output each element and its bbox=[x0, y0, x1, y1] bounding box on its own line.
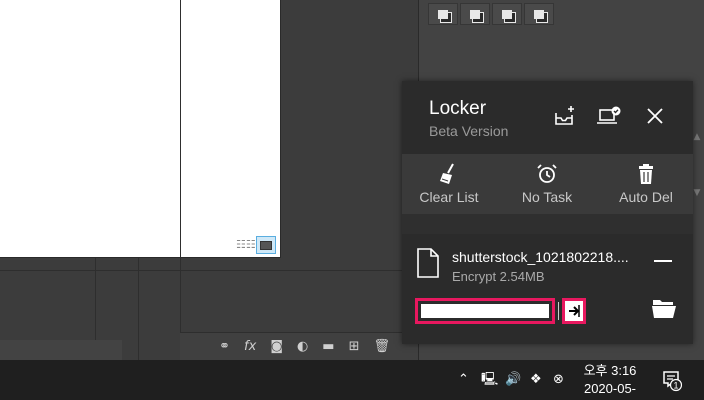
panel-divider bbox=[138, 258, 139, 360]
document-canvas[interactable]: ☷☷ bbox=[0, 0, 281, 258]
laptop-check-icon[interactable] bbox=[596, 103, 622, 129]
open-arrow-button[interactable] bbox=[562, 298, 586, 324]
thumbnail-view-icon[interactable] bbox=[256, 236, 276, 254]
new-layer-icon[interactable]: ⊞ bbox=[349, 339, 360, 354]
encrypt-progress-bar bbox=[415, 298, 555, 324]
layers-toolbar: ⚭ fx ◙ ◐ ▬ ⊞ 🗑 bbox=[180, 332, 418, 360]
clock-time: 오후 3:16 bbox=[583, 363, 637, 378]
notification-icon[interactable]: 1 bbox=[662, 370, 683, 392]
broom-icon bbox=[404, 162, 494, 186]
locker-action-bar: Clear List No Task Auto Del bbox=[402, 154, 693, 214]
panel-divider bbox=[0, 270, 418, 271]
status-error-icon[interactable]: ⊗ bbox=[553, 372, 564, 388]
file-status: Encrypt 2.54MB bbox=[452, 269, 545, 284]
folder-icon[interactable]: ▬ bbox=[322, 339, 334, 354]
file-name: shutterstock_1021802218.... bbox=[452, 249, 629, 265]
add-inbox-icon[interactable] bbox=[552, 103, 578, 129]
section-divider bbox=[402, 214, 693, 234]
locker-header: Locker Beta Version bbox=[402, 81, 693, 154]
view-mode-switch: ☷☷ bbox=[236, 236, 276, 254]
close-icon[interactable] bbox=[642, 103, 668, 129]
align-button[interactable] bbox=[460, 3, 490, 25]
clear-list-button[interactable]: Clear List bbox=[404, 162, 494, 205]
locker-title: Locker bbox=[429, 98, 487, 119]
arrow-right-icon bbox=[569, 305, 580, 317]
dropbox-icon[interactable]: ❖ bbox=[530, 372, 542, 388]
list-view-icon[interactable]: ☷☷ bbox=[236, 239, 256, 251]
clear-list-label: Clear List bbox=[419, 189, 479, 205]
progress-fill bbox=[421, 304, 549, 318]
no-task-label: No Task bbox=[521, 189, 573, 205]
collapse-icon[interactable] bbox=[654, 260, 672, 262]
trash-icon bbox=[601, 162, 691, 186]
network-icon[interactable]: 🖳 bbox=[481, 372, 498, 388]
link-icon[interactable]: ⚭ bbox=[219, 339, 230, 354]
align-button[interactable] bbox=[428, 3, 458, 25]
file-list-item[interactable]: shutterstock_1021802218.... Encrypt 2.54… bbox=[402, 234, 693, 344]
fx-icon[interactable]: fx bbox=[244, 339, 256, 354]
open-folder-icon[interactable] bbox=[651, 297, 677, 324]
windows-taskbar: ⌃ 🖳 🔊 ❖ ⊗ 오후 3:16 2020-05-28 1 bbox=[0, 360, 704, 400]
panel-divider bbox=[180, 0, 181, 360]
auto-del-label: Auto Del bbox=[619, 189, 673, 205]
locker-window: Locker Beta Version Clear List No Task A… bbox=[402, 81, 693, 344]
chevron-up-icon[interactable]: ⌃ bbox=[458, 372, 469, 388]
notification-count: 1 bbox=[673, 381, 678, 391]
alignment-toolbar bbox=[428, 3, 554, 25]
align-button[interactable] bbox=[524, 3, 554, 25]
trash-icon[interactable]: 🗑 bbox=[373, 339, 390, 354]
system-clock[interactable]: 오후 3:16 2020-05-28 bbox=[578, 362, 642, 400]
align-button[interactable] bbox=[492, 3, 522, 25]
auto-del-button[interactable]: Auto Del bbox=[601, 162, 691, 205]
status-strip bbox=[0, 340, 122, 360]
mask-icon[interactable]: ◙ bbox=[270, 339, 283, 354]
progress-divider bbox=[558, 302, 559, 320]
no-task-button[interactable]: No Task bbox=[502, 162, 592, 205]
clock-date: 2020-05-28 bbox=[583, 381, 637, 400]
alarm-clock-icon bbox=[502, 162, 592, 186]
file-icon bbox=[416, 248, 440, 283]
locker-subtitle: Beta Version bbox=[429, 123, 509, 139]
volume-icon[interactable]: 🔊 bbox=[505, 372, 521, 388]
adjustment-icon[interactable]: ◐ bbox=[297, 339, 308, 354]
